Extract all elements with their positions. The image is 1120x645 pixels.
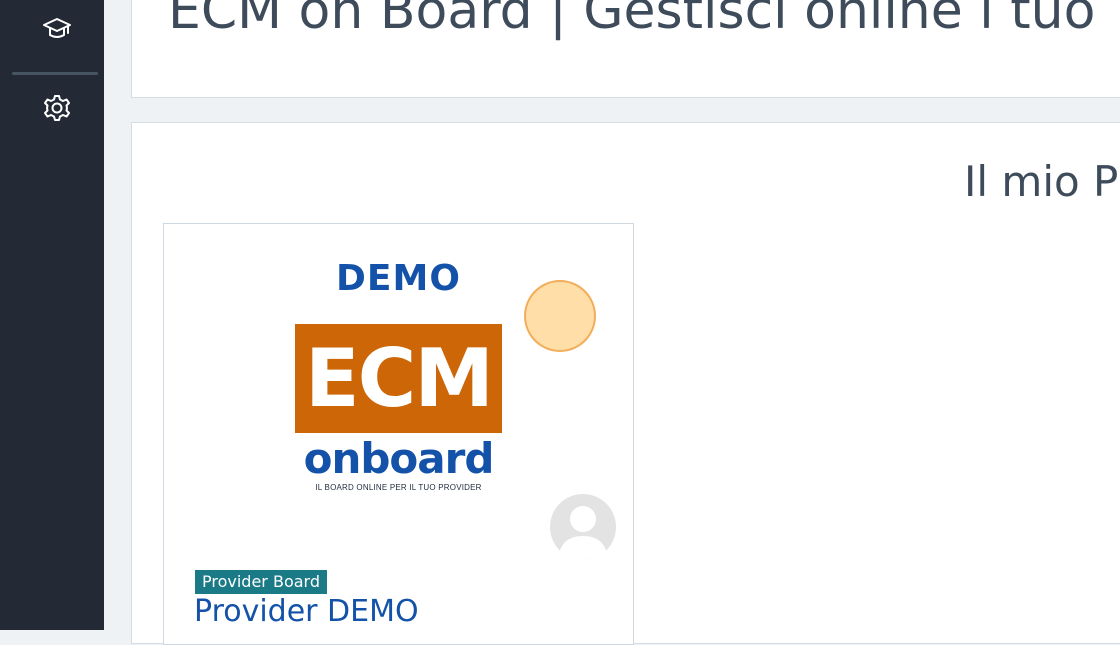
graduation-cap-icon-graphic: [43, 18, 71, 38]
logo-ecm-text: ECM: [305, 332, 494, 425]
sidebar-divider: [12, 72, 98, 75]
logo-tagline: IL BOARD ONLINE PER IL TUO PROVIDER: [315, 483, 482, 492]
section-title: Il mio P: [964, 157, 1119, 206]
gear-icon-graphic: [44, 95, 70, 121]
main-card: Il mio P DEMO ECM onboard IL BOARD ONLIN…: [131, 122, 1120, 645]
logo-ecm-box: ECM: [295, 324, 502, 433]
page-title: ECM on Board | Gestisci online i tuo: [168, 0, 1096, 41]
avatar: [550, 494, 616, 560]
cursor-highlight: [524, 280, 596, 352]
user-placeholder-icon: [558, 506, 608, 560]
category-badge: Provider Board: [195, 570, 327, 594]
logo-onboard-text: onboard: [303, 434, 495, 483]
gear-icon[interactable]: [38, 89, 76, 127]
course-name-link[interactable]: Provider DEMO: [194, 594, 419, 629]
course-card[interactable]: DEMO ECM onboard IL BOARD ONLINE PER IL …: [163, 223, 634, 645]
graduation-cap-icon[interactable]: [38, 10, 76, 48]
header-card: ECM on Board | Gestisci online i tuo: [131, 0, 1120, 98]
sidebar: [0, 0, 104, 630]
